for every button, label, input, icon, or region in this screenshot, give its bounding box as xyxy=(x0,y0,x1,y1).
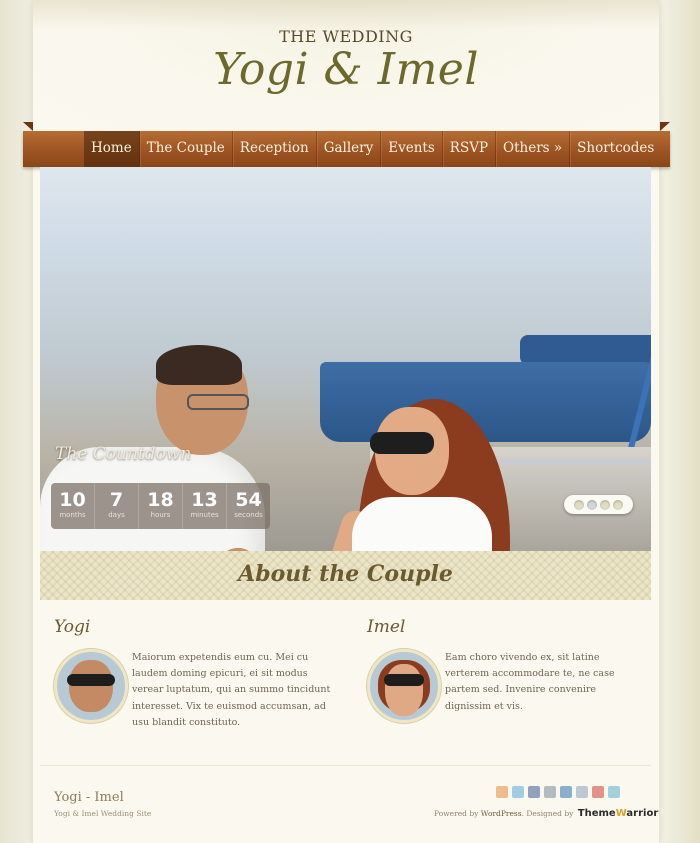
nav-item-others[interactable]: Others » xyxy=(496,131,571,167)
slider-dot[interactable] xyxy=(574,499,584,510)
footer-credits: Powered by WordPress. Designed by ThemeW… xyxy=(434,808,658,819)
groom-profile: Yogi Maiorum expetendis eum cu. Mei cu l… xyxy=(54,617,344,728)
main-navigation: Home The Couple Reception Gallery Events RSVP… xyxy=(23,122,670,167)
bride-avatar-face xyxy=(385,664,423,716)
groom-bio: Maiorum expetendis eum cu. Mei cu laudem… xyxy=(132,652,331,728)
footer-tagline: Yogi & Imel Wedding Site xyxy=(54,809,152,818)
groom-avatar xyxy=(54,649,128,723)
bride-name: Imel xyxy=(367,617,406,637)
countdown-label: hours xyxy=(150,511,171,519)
hero-photo-bride xyxy=(352,497,492,551)
countdown-seconds: 54 seconds xyxy=(227,483,270,529)
nav-item-rsvp[interactable]: RSVP xyxy=(443,131,497,167)
countdown-value: 13 xyxy=(191,489,218,511)
countdown-value: 54 xyxy=(235,489,262,511)
countdown-label: seconds xyxy=(234,511,263,519)
hero-photo-groom xyxy=(187,394,249,410)
countdown-minutes: 13 minutes xyxy=(183,483,227,529)
footer-site-title[interactable]: Yogi - Imel xyxy=(54,790,124,805)
facebook-icon[interactable] xyxy=(528,786,540,798)
nav-item-gallery[interactable]: Gallery xyxy=(317,131,382,167)
flickr-icon[interactable] xyxy=(544,786,556,798)
myspace-icon[interactable] xyxy=(576,786,588,798)
countdown-value: 10 xyxy=(59,489,86,511)
countdown-value: 18 xyxy=(147,489,174,511)
hero-photo-detail xyxy=(498,459,651,465)
twitter-icon[interactable] xyxy=(512,786,524,798)
countdown-label: months xyxy=(59,511,86,519)
bride-avatar-glasses xyxy=(384,674,424,686)
countdown-timer: 10 months 7 days 18 hours 13 minutes 54 seconds xyxy=(51,483,270,529)
slider-dot[interactable] xyxy=(587,499,597,510)
countdown-title: The Countdown xyxy=(55,444,192,464)
slider-dot[interactable] xyxy=(613,499,623,510)
countdown-hours: 18 hours xyxy=(139,483,183,529)
countdown-label: minutes xyxy=(190,511,219,519)
themewarrior-logo[interactable]: ThemeWarrior xyxy=(578,808,658,819)
nav-item-the-couple[interactable]: The Couple xyxy=(140,131,233,167)
hero-photo-groom xyxy=(156,345,242,385)
countdown-label: days xyxy=(108,511,125,519)
groom-avatar-glasses xyxy=(67,674,115,686)
brand-part-w: W xyxy=(615,808,627,819)
powered-by-text: Powered by xyxy=(434,809,481,818)
vimeo-icon[interactable] xyxy=(608,786,620,798)
about-section-banner: About the Couple xyxy=(40,551,651,600)
wordpress-link[interactable]: WordPress xyxy=(481,809,522,818)
countdown-value: 7 xyxy=(109,489,124,511)
bride-avatar xyxy=(367,649,441,723)
hero-photo-detail xyxy=(320,362,651,442)
site-header: THE WEDDING Yogi & Imel xyxy=(33,0,659,130)
slider-pagination xyxy=(564,495,633,514)
bride-profile: Imel Eam choro vivendo ex, sit latine ve… xyxy=(367,617,657,723)
countdown-months: 10 months xyxy=(51,483,95,529)
linkedin-icon[interactable] xyxy=(560,786,572,798)
countdown-days: 7 days xyxy=(95,483,139,529)
bride-bio: Eam choro vivendo ex, sit latine vertere… xyxy=(445,652,615,712)
groom-name: Yogi xyxy=(54,617,91,637)
youtube-icon[interactable] xyxy=(592,786,604,798)
header-texture xyxy=(33,0,659,30)
ribbon-fold-right xyxy=(660,122,670,131)
nav-item-home[interactable]: Home xyxy=(84,131,140,167)
nav-item-events[interactable]: Events xyxy=(381,131,443,167)
groom-avatar-face xyxy=(69,660,113,712)
designed-by-text: . Designed by xyxy=(521,809,576,818)
hero-photo-detail xyxy=(520,335,651,365)
slider-dot[interactable] xyxy=(600,499,610,510)
rss-icon[interactable] xyxy=(496,786,508,798)
footer-divider xyxy=(40,765,651,766)
site-title[interactable]: Yogi & Imel xyxy=(33,44,659,95)
nav-item-reception[interactable]: Reception xyxy=(233,131,317,167)
brand-part-a: Theme xyxy=(577,808,616,819)
ribbon-fold-left xyxy=(23,122,33,131)
nav-menu: Home The Couple Reception Gallery Events RSVP… xyxy=(84,131,661,167)
brand-part-b: arrior xyxy=(626,808,659,819)
about-title: About the Couple xyxy=(238,561,453,587)
social-links xyxy=(496,786,620,798)
hero-photo-bride xyxy=(370,432,434,454)
nav-item-shortcodes[interactable]: Shortcodes xyxy=(570,131,661,167)
